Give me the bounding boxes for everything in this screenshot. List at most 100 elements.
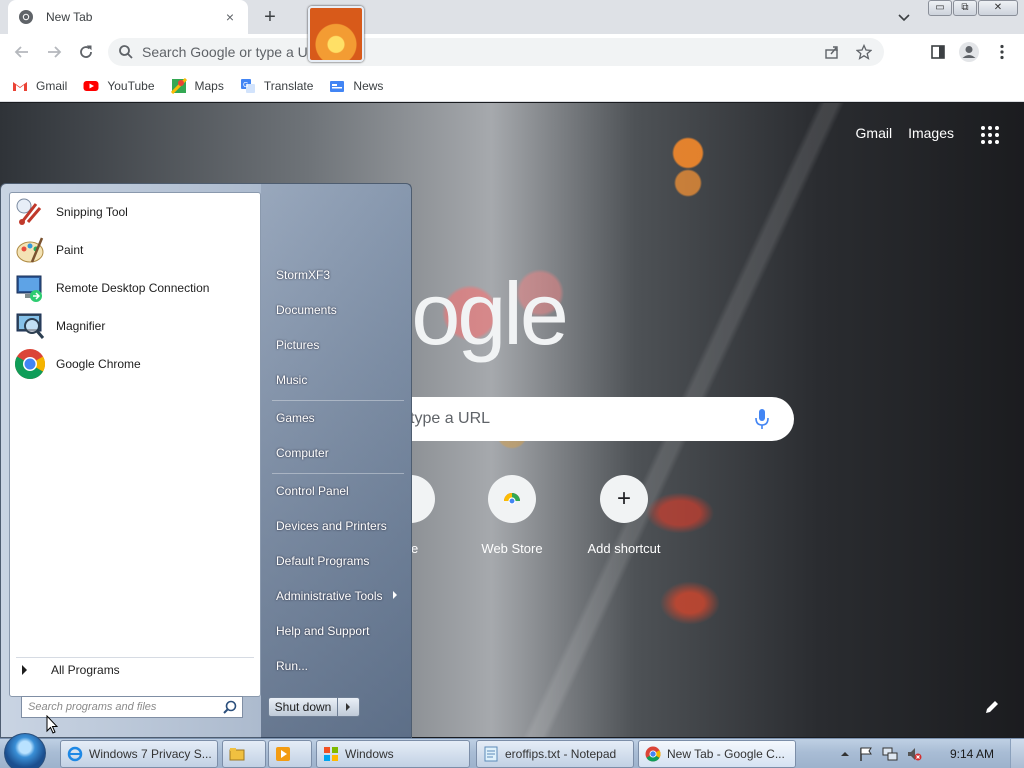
chrome-icon bbox=[14, 349, 46, 380]
taskbar-item-windows[interactable]: Windows bbox=[316, 740, 470, 768]
omnibox[interactable] bbox=[108, 38, 884, 66]
tab-search-chevron-icon[interactable] bbox=[895, 8, 913, 26]
all-programs-button[interactable]: All Programs bbox=[18, 663, 120, 677]
web-store-icon bbox=[488, 475, 536, 523]
start-menu: Snipping Tool Paint Remote Desktop Conne… bbox=[0, 183, 412, 739]
shortcut-label: Web Store bbox=[481, 541, 543, 556]
bookmark-gmail[interactable]: Gmail bbox=[12, 78, 67, 94]
paint-icon bbox=[16, 237, 44, 263]
action-center-flag-icon[interactable] bbox=[858, 746, 874, 762]
start-search-input[interactable] bbox=[22, 701, 222, 713]
reload-button[interactable] bbox=[74, 40, 98, 64]
clock[interactable]: 9:14 AM bbox=[950, 747, 994, 761]
side-panel-icon bbox=[931, 45, 945, 59]
taskbar-item-label: Windows bbox=[345, 747, 394, 761]
gmail-link[interactable]: Gmail bbox=[856, 125, 893, 141]
program-magnifier[interactable]: Magnifier bbox=[10, 307, 260, 345]
mouse-cursor-icon bbox=[46, 715, 58, 734]
start-item-run[interactable]: Run... bbox=[276, 659, 308, 673]
bookmark-youtube[interactable]: YouTube bbox=[83, 78, 155, 94]
start-item-computer[interactable]: Computer bbox=[276, 446, 329, 460]
programs-separator bbox=[16, 657, 254, 658]
back-button[interactable] bbox=[10, 40, 34, 64]
omnibox-input[interactable] bbox=[142, 44, 824, 60]
bookmark-star-icon[interactable] bbox=[856, 44, 872, 60]
plus-icon: + bbox=[600, 475, 648, 523]
svg-text:G: G bbox=[243, 82, 248, 89]
close-window-button[interactable]: ✕ bbox=[978, 0, 1018, 16]
program-label: Magnifier bbox=[56, 319, 106, 333]
start-item-administrative-tools[interactable]: Administrative Tools bbox=[276, 589, 383, 603]
start-item-games[interactable]: Games bbox=[276, 411, 315, 425]
google-apps-icon[interactable] bbox=[980, 125, 1000, 145]
bookmark-label: News bbox=[353, 78, 384, 93]
profile-button[interactable] bbox=[957, 40, 981, 64]
program-label: Snipping Tool bbox=[56, 205, 128, 219]
chrome-menu-button[interactable] bbox=[990, 40, 1014, 64]
ntp-search-input[interactable] bbox=[410, 410, 754, 428]
program-remote-desktop[interactable]: Remote Desktop Connection bbox=[10, 269, 260, 307]
forward-arrow-icon bbox=[48, 46, 62, 58]
tab-close-icon[interactable]: × bbox=[222, 9, 238, 25]
notepad-icon bbox=[484, 746, 498, 762]
maps-icon bbox=[170, 77, 187, 94]
bookmark-translate[interactable]: G Translate bbox=[240, 78, 313, 94]
shortcut-label: Add shortcut bbox=[587, 541, 661, 556]
start-button[interactable] bbox=[4, 733, 46, 768]
profile-avatar-icon bbox=[959, 42, 979, 62]
start-item-documents[interactable]: Documents bbox=[276, 303, 337, 317]
start-item-pictures[interactable]: Pictures bbox=[276, 338, 319, 352]
microphone-icon[interactable] bbox=[754, 408, 770, 430]
share-icon[interactable] bbox=[824, 44, 840, 60]
program-paint[interactable]: Paint bbox=[10, 231, 260, 269]
system-tray bbox=[840, 739, 922, 768]
tab-strip: New Tab × + ▭ ⧉ ✕ bbox=[0, 0, 1024, 34]
tab-title: New Tab bbox=[46, 10, 93, 24]
user-account-picture[interactable] bbox=[308, 6, 364, 62]
taskbar-item-media-player[interactable] bbox=[268, 740, 312, 768]
shortcut-web-store[interactable]: Web Store bbox=[456, 475, 568, 556]
start-item-control-panel[interactable]: Control Panel bbox=[276, 484, 349, 498]
side-panel-button[interactable] bbox=[926, 40, 950, 64]
restore-button[interactable]: ⧉ bbox=[953, 0, 977, 16]
start-item-user[interactable]: StormXF3 bbox=[276, 268, 330, 282]
start-item-default-programs[interactable]: Default Programs bbox=[276, 554, 369, 568]
show-hidden-icons-icon[interactable] bbox=[840, 749, 850, 759]
taskbar-item-explorer[interactable] bbox=[222, 740, 266, 768]
new-tab-button[interactable]: + bbox=[258, 6, 282, 28]
start-item-music[interactable]: Music bbox=[276, 373, 307, 387]
explorer-icon bbox=[229, 748, 245, 761]
chevron-right-icon bbox=[22, 665, 27, 675]
forward-button[interactable] bbox=[42, 40, 66, 64]
program-google-chrome[interactable]: Google Chrome bbox=[10, 345, 260, 383]
start-item-devices-printers[interactable]: Devices and Printers bbox=[276, 519, 387, 533]
minimize-button[interactable]: ▭ bbox=[928, 0, 952, 16]
bookmarks-bar: Gmail YouTube Maps G Translate News bbox=[0, 70, 1024, 102]
taskbar-item-label: Windows 7 Privacy S... bbox=[89, 747, 212, 761]
customize-pencil-icon[interactable] bbox=[984, 699, 1000, 715]
bookmark-maps[interactable]: Maps bbox=[170, 77, 224, 94]
taskbar-item-notepad[interactable]: eroffips.txt - Notepad bbox=[476, 740, 634, 768]
more-vert-icon bbox=[1000, 44, 1004, 60]
taskbar-item-ie[interactable]: Windows 7 Privacy S... bbox=[60, 740, 218, 768]
taskbar-item-chrome[interactable]: New Tab - Google C... bbox=[638, 740, 796, 768]
shutdown-options-button[interactable] bbox=[338, 697, 360, 717]
snipping-tool-icon bbox=[16, 198, 42, 225]
search-icon[interactable] bbox=[222, 699, 238, 715]
shortcut-add[interactable]: + Add shortcut bbox=[568, 475, 680, 556]
volume-muted-icon[interactable] bbox=[906, 746, 922, 762]
tab-new-tab[interactable]: New Tab × bbox=[8, 0, 248, 34]
ntp-top-links: Gmail Images bbox=[856, 125, 954, 141]
program-label: Remote Desktop Connection bbox=[56, 281, 210, 295]
submenu-arrow-icon bbox=[393, 591, 397, 599]
shutdown-button[interactable]: Shut down bbox=[268, 697, 338, 717]
images-link[interactable]: Images bbox=[908, 125, 954, 141]
network-icon[interactable] bbox=[882, 746, 898, 762]
start-item-help-support[interactable]: Help and Support bbox=[276, 624, 369, 638]
bookmark-news[interactable]: News bbox=[329, 78, 383, 94]
taskbar: Windows 7 Privacy S... Windows eroffips.… bbox=[0, 733, 1024, 768]
program-label: Paint bbox=[56, 243, 84, 257]
media-player-icon bbox=[276, 747, 290, 761]
program-snipping-tool[interactable]: Snipping Tool bbox=[10, 193, 260, 231]
show-desktop-button[interactable] bbox=[1010, 739, 1024, 768]
